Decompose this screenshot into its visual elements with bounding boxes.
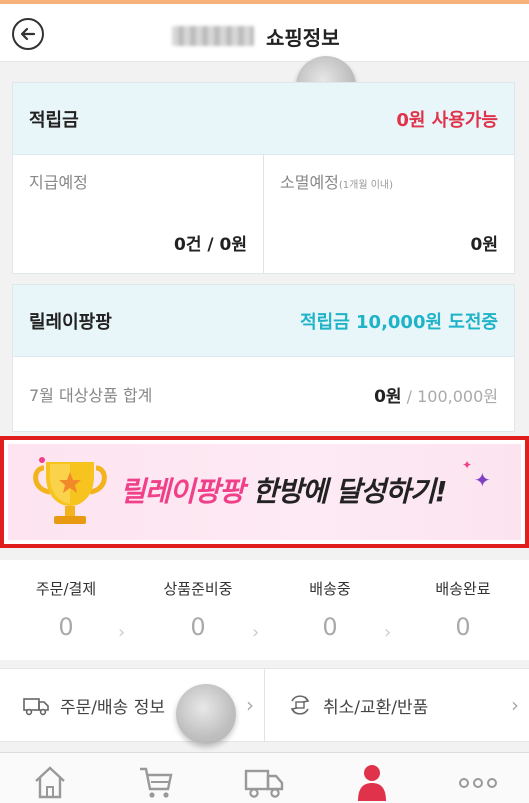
person-icon: [358, 765, 386, 801]
reward-title: 적립금: [29, 109, 79, 131]
trophy-icon: [33, 457, 107, 524]
relay-banner-frame: 릴레이팡팡 한방에 달성하기! ✦ ✦: [0, 436, 529, 548]
status-preparing[interactable]: 상품준비중 0: [132, 578, 264, 641]
touch-indicator: [176, 684, 236, 744]
tab-delivery[interactable]: [242, 761, 286, 801]
tab-more[interactable]: [456, 761, 500, 801]
back-arrow-icon: [20, 27, 36, 41]
sparkle-icon: ✦: [474, 468, 491, 492]
chevron-right-icon: ›: [118, 622, 126, 643]
status-ordered[interactable]: 주문/결제 0: [0, 578, 132, 641]
expiring-label: 소멸예정: [280, 173, 339, 192]
delivery-truck-icon: [23, 698, 49, 716]
pending-reward-cell[interactable]: 지급예정 0건 / 0원: [13, 155, 263, 273]
return-icon: [290, 695, 310, 715]
status-count: 0: [58, 613, 74, 641]
relay-banner[interactable]: 릴레이팡팡 한방에 달성하기! ✦ ✦: [8, 444, 521, 540]
status-count: 0: [322, 613, 338, 641]
reward-card: 적립금 0원 사용가능 지급예정 0건 / 0원 소멸예정(1개월 이내) 0원: [12, 82, 515, 274]
banner-highlight: 릴레이팡팡: [120, 475, 245, 508]
header: 쇼핑정보: [0, 4, 529, 62]
relay-card-header[interactable]: 릴레이팡팡 적립금 10,000원 도전중: [13, 285, 514, 357]
status-label: 상품준비중: [163, 580, 233, 598]
tab-my-page[interactable]: [350, 761, 394, 801]
expiring-label-wrap: 소멸예정(1개월 이내): [280, 169, 498, 193]
info-links-row: 주문/배송 정보 › 취소/교환/반품 ›: [0, 668, 529, 742]
relay-sum-label: 7월 대상상품 합계: [29, 386, 153, 405]
reward-card-header[interactable]: 적립금 0원 사용가능: [13, 83, 514, 155]
status-label: 배송중: [309, 580, 351, 598]
relay-challenge-status: 적립금 10,000원 도전중: [300, 311, 498, 333]
relay-card: 릴레이팡팡 적립금 10,000원 도전중 7월 대상상품 합계 0원 / 10…: [12, 284, 515, 432]
sparkle-small-icon: ✦: [462, 458, 473, 472]
status-shipping[interactable]: 배송중 0: [264, 578, 396, 641]
cancel-exchange-return-button[interactable]: 취소/교환/반품 ›: [264, 669, 529, 741]
status-label: 주문/결제: [35, 580, 97, 598]
order-delivery-label: 주문/배송 정보: [60, 697, 165, 718]
pending-label: 지급예정: [29, 173, 88, 192]
expiring-value: 0원: [470, 235, 498, 255]
expiring-reward-cell[interactable]: 소멸예정(1개월 이내) 0원: [263, 155, 514, 273]
chevron-right-icon: ›: [511, 693, 519, 717]
relay-title: 릴레이팡팡: [29, 311, 112, 333]
order-status-section: 주문/결제 0 › 상품준비중 0 › 배송중 0 › 배송완료 0: [0, 560, 529, 660]
status-delivered[interactable]: 배송완료 0: [397, 578, 529, 641]
home-icon: [35, 766, 65, 799]
bottom-tab-bar: [0, 752, 529, 803]
relay-sum-goal: / 100,000원: [401, 386, 498, 406]
status-count: 0: [455, 613, 471, 641]
cart-icon: [140, 767, 173, 798]
status-label: 배송완료: [435, 580, 491, 598]
chevron-right-icon: ›: [384, 622, 392, 643]
relay-sum-wrap: 0원 / 100,000원: [374, 382, 498, 407]
back-button[interactable]: [12, 18, 44, 50]
chevron-right-icon: ›: [246, 693, 254, 717]
status-count: 0: [190, 613, 206, 641]
banner-text: 릴레이팡팡 한방에 달성하기!: [120, 470, 448, 510]
banner-rest: 한방에 달성하기!: [243, 475, 448, 508]
cancel-exchange-label: 취소/교환/반품: [323, 697, 429, 718]
blurred-username: [172, 26, 254, 46]
relay-sum-value: 0원: [374, 386, 402, 407]
reward-available: 0원 사용가능: [396, 109, 498, 131]
relay-sum-row: 7월 대상상품 합계 0원 / 100,000원: [13, 357, 514, 431]
tab-cart[interactable]: [134, 761, 178, 801]
tab-home[interactable]: [28, 761, 72, 801]
pending-value: 0건 / 0원: [174, 235, 247, 255]
truck-icon: [244, 769, 284, 798]
chevron-right-icon: ›: [252, 622, 260, 643]
more-icon: [459, 778, 497, 788]
expiring-note: (1개월 이내): [338, 180, 394, 191]
page-title: 쇼핑정보: [266, 26, 340, 50]
